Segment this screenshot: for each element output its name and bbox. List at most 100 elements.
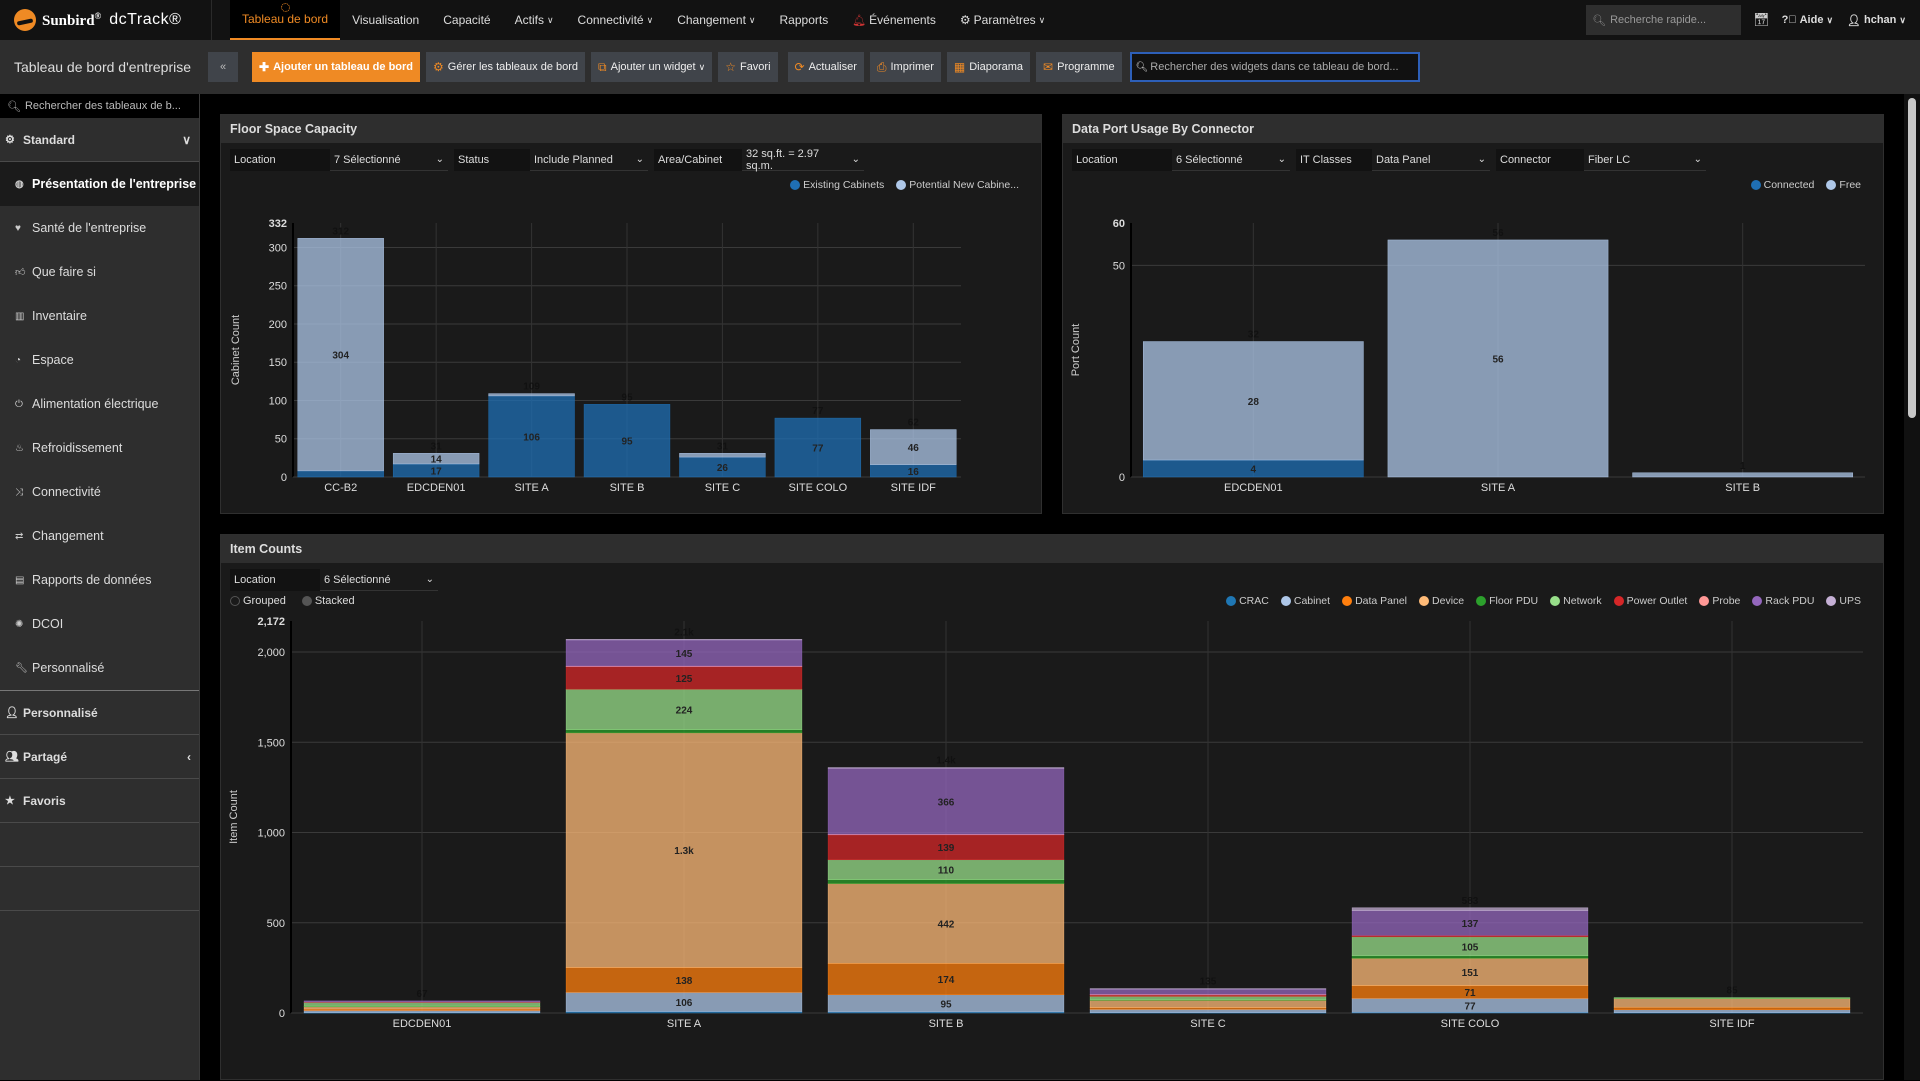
bar-segment-device[interactable] — [1089, 1000, 1327, 1008]
bar-segment-network[interactable] — [1613, 997, 1851, 999]
bar-stack[interactable]: 95 95 — [583, 392, 671, 478]
bar-stack[interactable]: 1714 31 — [392, 441, 480, 477]
refresh-button[interactable]: ⟳ Actualiser — [787, 52, 864, 82]
sidebar-item-2[interactable]: 👍︎ Que faire si — [0, 250, 199, 294]
sidebar-item-8[interactable]: ⇄ Changement — [0, 514, 199, 558]
legend-item[interactable]: Rack PDU — [1752, 595, 1814, 607]
filter-select[interactable]: Include Planned ⌄ — [530, 149, 648, 171]
legend-item[interactable]: Network — [1550, 595, 1602, 607]
legend-item[interactable]: Floor PDU — [1476, 595, 1538, 607]
manage-dashboards-button[interactable]: ⚙ Gérer les tableaux de bord — [426, 52, 586, 82]
bar-stack[interactable]: 77 71 151 105 137 583 — [1351, 896, 1589, 1014]
filter-select[interactable]: 6 Sélectionné ⌄ — [1172, 149, 1290, 171]
nav-tab-8[interactable]: ⚙ Paramètres ∨ — [948, 0, 1057, 40]
bar-segment-ups[interactable] — [1089, 988, 1327, 990]
add-dashboard-button[interactable]: ✚ Ajouter un tableau de bord — [252, 52, 421, 82]
help-menu[interactable]: ?⃝ Aide ∨ — [1782, 14, 1833, 26]
bar-segment-ups[interactable] — [827, 767, 1065, 769]
bar-segment-floor-pdu[interactable] — [827, 879, 1065, 884]
nav-tab-3[interactable]: Actifs ∨ — [503, 0, 566, 40]
slideshow-button[interactable]: ▦ Diaporama — [946, 52, 1031, 82]
schedule-button[interactable]: ✉ Programme — [1036, 52, 1122, 82]
bar-stack[interactable]: 106 109 — [488, 382, 575, 478]
user-menu[interactable]: 👤︎ hchan ∨ — [1847, 14, 1906, 27]
sidebar-item-4[interactable]: ◔ Espace — [0, 338, 199, 382]
bar-stack[interactable]: 67 — [303, 989, 541, 1014]
nav-tab-0[interactable]: Tableau de bord — [230, 0, 341, 40]
sidebar-search-input[interactable] — [24, 100, 195, 112]
legend-item[interactable]: Connected — [1750, 179, 1814, 191]
quick-search-input[interactable] — [1610, 14, 1731, 26]
sidebar-item-7[interactable]: ⤨ Connectivité — [0, 470, 199, 514]
legend-item[interactable]: Data Panel — [1342, 595, 1407, 607]
bar-stack[interactable]: 16 46 62 — [870, 418, 957, 478]
collapse-sidebar-button[interactable]: « — [208, 52, 238, 82]
bar-segment-network[interactable] — [1089, 996, 1327, 1000]
scrollbar-thumb[interactable] — [1908, 98, 1916, 418]
sidebar-item-1[interactable]: ♥ Santé de l'entreprise — [0, 206, 199, 250]
sidebar-item-10[interactable]: ✺ DCOI — [0, 602, 199, 646]
legend-item[interactable]: UPS — [1826, 595, 1861, 607]
bar-segment-floor-pdu[interactable] — [1351, 955, 1589, 959]
sidebar-section-1[interactable]: 👥︎ Partagé ‹ — [0, 735, 199, 779]
brand[interactable]: Sunbird® dcTrack® — [0, 0, 212, 40]
filter-select[interactable]: 32 sq.ft. = 2.97 sq.m. ⌄ — [742, 148, 864, 172]
legend-item[interactable]: CRAC — [1226, 595, 1269, 607]
bar-segment-ups[interactable] — [565, 639, 803, 641]
calendar-icon[interactable]: 📅︎ — [1753, 12, 1770, 28]
bar-segment-data-panel[interactable] — [1089, 1007, 1327, 1010]
nav-tab-6[interactable]: Rapports — [768, 0, 841, 40]
bar-segment-floor-pdu[interactable] — [565, 729, 803, 734]
widget-title[interactable]: Floor Space Capacity — [221, 115, 1041, 143]
widget-search-input[interactable] — [1150, 61, 1418, 73]
legend-item[interactable]: Cabinet — [1280, 595, 1330, 607]
bar-segment-cabinet[interactable] — [303, 1010, 541, 1013]
legend-item[interactable]: Free — [1826, 179, 1861, 191]
widget-title[interactable]: Item Counts — [221, 535, 1883, 563]
bar-segment-device[interactable] — [1613, 998, 1851, 1008]
bar-segment-potential-new-cabine-[interactable] — [679, 453, 766, 458]
nav-tab-4[interactable]: Connectivité ∨ — [566, 0, 666, 40]
favorite-button[interactable]: ☆ Favori — [718, 52, 778, 82]
bar-segment-data-panel[interactable] — [1613, 1006, 1851, 1011]
filter-select[interactable]: 6 Sélectionné ⌄ — [320, 569, 438, 591]
page-scrollbar[interactable] — [1904, 94, 1920, 1080]
bar-segment-ups[interactable] — [1351, 907, 1589, 911]
bar-segment-rack-pdu[interactable] — [303, 1000, 541, 1003]
radio-stacked[interactable]: Stacked — [301, 595, 355, 607]
sidebar-search[interactable]: 🔍︎ — [0, 94, 199, 118]
widget-title[interactable]: Data Port Usage By Connector — [1063, 115, 1883, 143]
quick-search[interactable]: 🔍︎ — [1586, 5, 1742, 35]
bar-stack[interactable]: 106 138 1.3k 224 125 145 2.1k — [565, 627, 803, 1014]
sidebar-item-3[interactable]: ▥ Inventaire — [0, 294, 199, 338]
nav-tab-7[interactable]: 🔔︎ Événements — [840, 0, 948, 40]
bar-stack[interactable]: 26 31 — [679, 441, 766, 478]
bar-stack[interactable]: 304 312 — [297, 226, 384, 478]
print-button[interactable]: ⎙ Imprimer — [869, 52, 941, 82]
bar-stack[interactable]: 135 — [1089, 977, 1327, 1014]
bar-segment-cabinet[interactable] — [1613, 1009, 1851, 1013]
bar-stack[interactable]: 95 174 442 110 139 366 1.4k — [827, 756, 1065, 1014]
filter-select[interactable]: 7 Sélectionné ⌄ — [330, 149, 448, 171]
bar-segment-cabinet[interactable] — [1089, 1009, 1327, 1013]
legend-item[interactable]: Potential New Cabine... — [896, 179, 1019, 191]
sidebar-item-0[interactable]: ◍ Présentation de l'entreprise — [0, 162, 199, 206]
bar-segment-potential-new-cabine-[interactable] — [488, 393, 575, 397]
sidebar-section-standard[interactable]: ⚙ Standard ∨ — [0, 118, 199, 162]
bar-stack[interactable]: 56 56 — [1387, 228, 1609, 478]
legend-item[interactable]: Device — [1419, 595, 1464, 607]
sidebar-item-9[interactable]: ▤ Rapports de données — [0, 558, 199, 602]
nav-tab-1[interactable]: Visualisation — [340, 0, 431, 40]
widget-search[interactable]: 🔍︎ — [1129, 52, 1420, 82]
nav-tab-2[interactable]: Capacité — [431, 0, 502, 40]
sidebar-item-11[interactable]: 🔧︎ Personnalisé — [0, 646, 199, 690]
sidebar-section-2[interactable]: ★ Favoris — [0, 779, 199, 823]
bar-stack[interactable]: 85 — [1613, 986, 1851, 1014]
bar-stack[interactable]: 1 — [1632, 461, 1854, 478]
bar-segment-rack-pdu[interactable] — [1089, 988, 1327, 995]
bar-segment-network[interactable] — [303, 1002, 541, 1007]
legend-item[interactable]: Probe — [1699, 595, 1740, 607]
sidebar-section-0[interactable]: 👤︎ Personnalisé — [0, 691, 199, 735]
nav-tab-5[interactable]: Changement ∨ — [665, 0, 767, 40]
sidebar-item-6[interactable]: ♨ Refroidissement — [0, 426, 199, 470]
